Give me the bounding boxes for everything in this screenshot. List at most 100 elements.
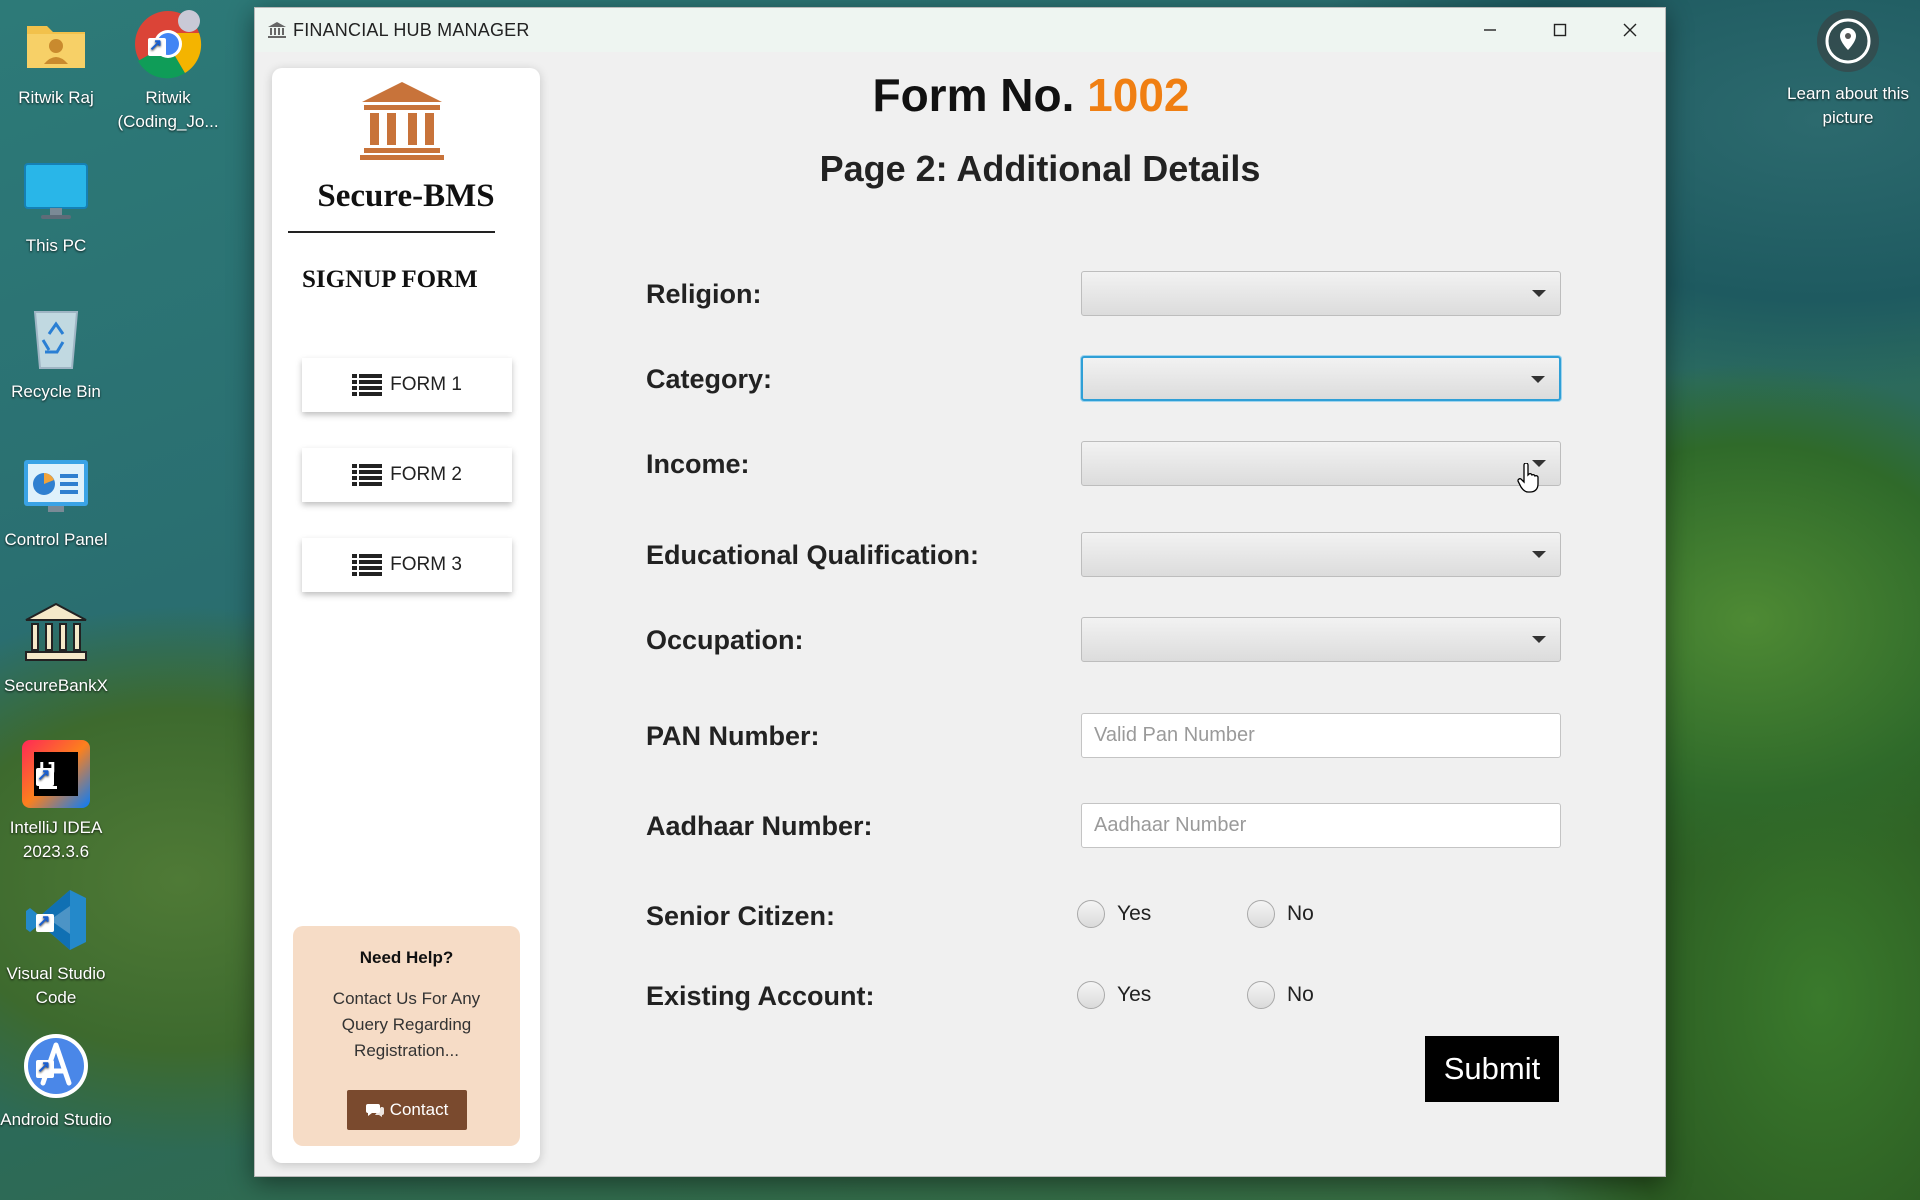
- religion-dropdown[interactable]: [1081, 271, 1561, 316]
- nav-form-2-button[interactable]: FORM 2: [302, 448, 512, 502]
- page-title: Page 2: Additional Details: [819, 148, 1261, 189]
- desktop-icon-ritwik-raj[interactable]: Ritwik Raj: [0, 8, 112, 110]
- desktop-icon-ritwik-chrome[interactable]: Ritwik (Coding_Jo...: [112, 8, 224, 134]
- shortcut-arrow-icon: [36, 1056, 54, 1080]
- window-controls: [1455, 8, 1665, 52]
- desktop-icon-label: This PC: [25, 236, 87, 255]
- chrome-icon: [132, 8, 204, 80]
- senior-citizen-no-radio[interactable]: No: [1247, 900, 1314, 928]
- app-window: FINANCIAL HUB MANAGER Secure-BMS SIGNUP …: [254, 7, 1666, 1177]
- radio-circle: [1077, 981, 1105, 1009]
- income-dropdown[interactable]: [1081, 441, 1561, 486]
- monitor-icon: [20, 156, 92, 228]
- submit-button[interactable]: Submit: [1425, 1036, 1559, 1102]
- hand-cursor-icon: [1517, 462, 1539, 493]
- chevron-down-icon: [1532, 290, 1546, 297]
- religion-label: Religion:: [646, 279, 762, 309]
- nav-label: FORM 3: [390, 554, 462, 575]
- shortcut-arrow-icon: [36, 910, 54, 934]
- intellij-icon: IJ: [20, 738, 92, 810]
- contact-label: Contact: [389, 1100, 449, 1119]
- desktop-icon-vscode[interactable]: Visual Studio Code: [0, 884, 112, 1010]
- list-icon: [352, 554, 383, 576]
- radio-label: No: [1287, 902, 1314, 925]
- aadhaar-input[interactable]: [1081, 803, 1561, 848]
- senior-citizen-yes-radio[interactable]: Yes: [1077, 900, 1151, 928]
- income-label: Income:: [646, 449, 750, 479]
- education-label: Educational Qualification:: [646, 540, 980, 570]
- desktop-icon-securebankx[interactable]: SecureBankX: [0, 596, 112, 698]
- bank-icon: [20, 596, 92, 668]
- learn-about-picture[interactable]: Learn about this picture: [1786, 10, 1910, 130]
- vscode-icon: [20, 884, 92, 956]
- window-title: FINANCIAL HUB MANAGER: [293, 19, 530, 40]
- help-card: Need Help? Contact Us For Any Query Rega…: [293, 926, 520, 1146]
- maximize-icon: [1553, 23, 1567, 37]
- category-label: Category:: [646, 364, 773, 394]
- radio-label: No: [1287, 983, 1314, 1006]
- desktop-icon-label: IntelliJ IDEA 2023.3.6: [9, 818, 103, 861]
- desktop-icon-recycle-bin[interactable]: Recycle Bin: [0, 302, 112, 404]
- existing-account-yes-radio[interactable]: Yes: [1077, 981, 1151, 1009]
- radio-label: Yes: [1117, 983, 1152, 1006]
- desktop-icon-this-pc[interactable]: This PC: [0, 156, 112, 258]
- help-title: Need Help?: [359, 948, 454, 967]
- nav-label: FORM 2: [390, 464, 462, 485]
- contact-button[interactable]: Contact: [347, 1090, 467, 1130]
- desktop-icon-label: Recycle Bin: [11, 382, 101, 401]
- form-number-label: Form No.: [872, 69, 1075, 121]
- control-panel-icon: [20, 450, 92, 522]
- list-icon: [352, 464, 383, 486]
- desktop-icon-label: Control Panel: [4, 530, 108, 549]
- list-icon: [352, 374, 383, 396]
- maximize-button[interactable]: [1525, 8, 1595, 52]
- radio-circle: [1247, 900, 1275, 928]
- shortcut-arrow-icon: [36, 764, 54, 788]
- help-text: Contact Us For Any Query Regarding Regis…: [332, 989, 481, 1060]
- desktop-icon-android-studio[interactable]: Android Studio: [0, 1030, 112, 1132]
- form-number-heading: Form No. 1002: [255, 68, 1667, 122]
- nav-label: FORM 1: [390, 374, 462, 395]
- desktop-icon-label: SecureBankX: [4, 676, 108, 695]
- senior-citizen-label: Senior Citizen:: [646, 901, 836, 931]
- aadhaar-label: Aadhaar Number:: [646, 811, 873, 841]
- desktop-icon-label: Visual Studio Code: [6, 964, 106, 1007]
- recycle-bin-icon: [20, 302, 92, 374]
- minimize-button[interactable]: [1455, 8, 1525, 52]
- nav-form-1-button[interactable]: FORM 1: [302, 358, 512, 412]
- education-dropdown[interactable]: [1081, 532, 1561, 577]
- bank-icon: [267, 20, 287, 40]
- title-bar[interactable]: FINANCIAL HUB MANAGER: [255, 8, 1665, 52]
- close-icon: [1623, 23, 1637, 37]
- desktop-icon-intellij[interactable]: IJ IntelliJ IDEA 2023.3.6: [0, 738, 112, 864]
- close-button[interactable]: [1595, 8, 1665, 52]
- desktop-icon-label: Ritwik (Coding_Jo...: [117, 88, 219, 131]
- minimize-icon: [1484, 29, 1496, 31]
- radio-label: Yes: [1117, 902, 1152, 925]
- camera-location-icon: [1817, 10, 1879, 72]
- divider: [288, 231, 495, 233]
- chevron-down-icon: [1532, 551, 1546, 558]
- form-number-value: 1002: [1087, 69, 1190, 121]
- sidebar: Secure-BMS SIGNUP FORM FORM 1 FORM 2 FOR…: [272, 68, 540, 1163]
- radio-circle: [1077, 900, 1105, 928]
- existing-account-label: Existing Account:: [646, 981, 875, 1011]
- chevron-down-icon: [1532, 636, 1546, 643]
- nav-form-3-button[interactable]: FORM 3: [302, 538, 512, 592]
- desktop-icon-label: Android Studio: [0, 1110, 112, 1129]
- existing-account-no-radio[interactable]: No: [1247, 981, 1314, 1009]
- occupation-label: Occupation:: [646, 625, 804, 655]
- pan-label: PAN Number:: [646, 721, 820, 751]
- learn-about-label: Learn about this picture: [1787, 84, 1909, 127]
- category-dropdown[interactable]: [1081, 356, 1561, 401]
- desktop-icon-label: Ritwik Raj: [18, 88, 94, 107]
- chevron-down-icon: [1531, 376, 1545, 383]
- signup-form-heading: SIGNUP FORM: [302, 266, 478, 293]
- android-studio-icon: [20, 1030, 92, 1102]
- user-folder-icon: [20, 8, 92, 80]
- desktop-icon-control-panel[interactable]: Control Panel: [0, 450, 112, 552]
- shortcut-arrow-icon: [148, 34, 166, 58]
- radio-circle: [1247, 981, 1275, 1009]
- occupation-dropdown[interactable]: [1081, 617, 1561, 662]
- pan-input[interactable]: [1081, 713, 1561, 758]
